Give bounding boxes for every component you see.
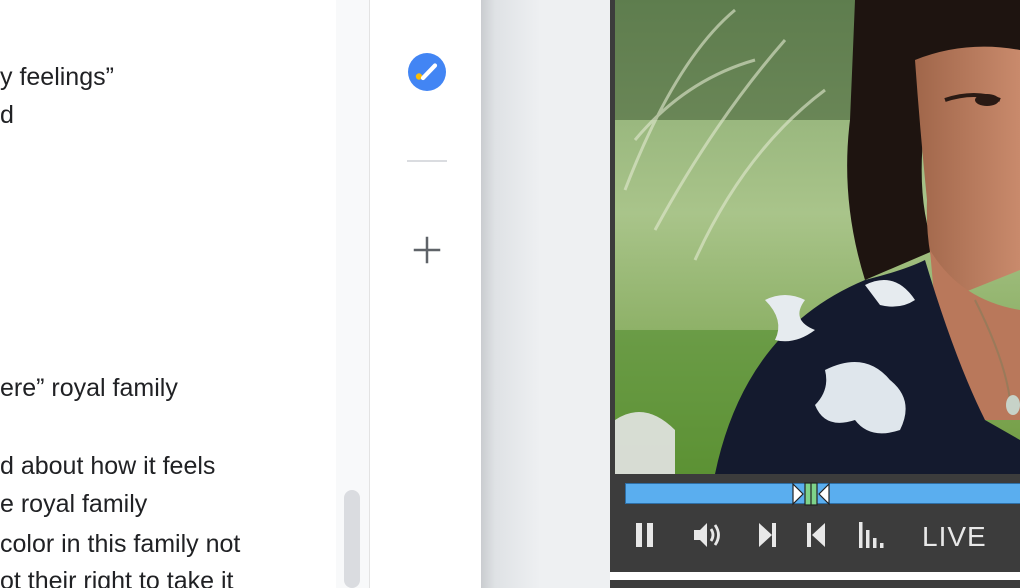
live-indicator[interactable]: LIVE — [922, 522, 987, 552]
document-scrollbar-thumb[interactable] — [344, 490, 360, 588]
document-line: y feelings” — [0, 63, 114, 91]
video-frame[interactable] — [615, 0, 1020, 474]
document-line: color in this family not — [0, 530, 241, 558]
second-player-edge — [610, 580, 1020, 588]
side-panel — [369, 0, 481, 588]
video-player: LIVE — [610, 0, 1020, 572]
stats-icon[interactable] — [856, 518, 888, 552]
document-line: ot their right to take it — [0, 567, 234, 588]
document-line: d — [0, 101, 14, 129]
range-marker-icon[interactable] — [791, 482, 831, 506]
tasks-icon[interactable] — [408, 53, 446, 91]
next-icon[interactable] — [756, 518, 780, 552]
document-page: y feelings” d ere” royal family d about … — [0, 0, 336, 588]
player-controls: LIVE — [610, 510, 1020, 562]
volume-icon[interactable] — [690, 518, 726, 552]
document-line: d about how it feels — [0, 452, 216, 480]
add-icon[interactable] — [411, 234, 443, 266]
pause-icon[interactable] — [632, 518, 658, 552]
document-line: ere” royal family — [0, 374, 178, 402]
pane-gap — [481, 0, 610, 588]
previous-icon[interactable] — [804, 518, 828, 552]
side-panel-divider — [407, 160, 447, 162]
document-line: e royal family — [0, 490, 148, 518]
